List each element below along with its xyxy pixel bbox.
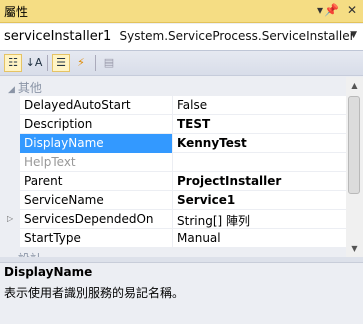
property-value[interactable]: False	[177, 98, 207, 112]
scrollbar-thumb[interactable]	[348, 96, 360, 194]
property-value[interactable]: Service1	[177, 193, 235, 207]
properties-icon: ☰	[56, 56, 66, 69]
properties-window-title-bar: 屬性 ▾ 📌 ✕	[0, 0, 363, 23]
expand-icon[interactable]: ▷	[7, 214, 13, 223]
properties-button[interactable]: ☰	[52, 54, 70, 72]
property-row-helptext[interactable]: HelpText	[0, 153, 346, 172]
property-row-delayedautostart[interactable]: DelayedAutoStart False	[0, 96, 346, 115]
alphabetical-button[interactable]: ↓A	[25, 54, 43, 72]
toolbar-separator	[47, 55, 48, 71]
object-type: System.ServiceProcess.ServiceInstaller	[119, 29, 355, 43]
pin-icon[interactable]: 📌	[324, 3, 339, 17]
object-name: serviceInstaller1	[4, 29, 112, 44]
property-value[interactable]: TEST	[177, 117, 210, 131]
description-text: 表示使用者識別服務的易記名稱。	[4, 286, 185, 300]
property-row-starttype[interactable]: StartType Manual	[0, 229, 346, 248]
property-row-description[interactable]: Description TEST	[0, 115, 346, 134]
property-row-displayname[interactable]: DisplayName KennyTest	[0, 134, 346, 153]
property-pages-button[interactable]: ▤	[100, 54, 118, 72]
window-title: 屬性	[4, 5, 29, 19]
object-selector[interactable]: serviceInstaller1 System.ServiceProcess.…	[0, 24, 363, 51]
close-icon[interactable]: ✕	[347, 3, 357, 17]
description-pane: DisplayName 表示使用者識別服務的易記名稱。	[0, 262, 363, 324]
property-name: HelpText	[24, 155, 76, 169]
property-value[interactable]: KennyTest	[177, 136, 247, 150]
property-name: StartType	[24, 231, 81, 245]
alphabetical-icon: ↓A	[25, 56, 43, 69]
categorized-button[interactable]: ☷	[4, 54, 22, 72]
description-title: DisplayName	[4, 265, 93, 279]
property-row-parent[interactable]: Parent ProjectInstaller	[0, 172, 346, 191]
vertical-scrollbar[interactable]: ▲ ▼	[346, 77, 363, 257]
property-name: ServicesDependedOn	[24, 212, 154, 226]
category-row[interactable]: ◢ 其他	[0, 77, 346, 96]
property-value[interactable]: String[] 陣列	[177, 212, 250, 229]
category-row[interactable]: ◢設計	[0, 248, 346, 257]
chevron-down-icon[interactable]: ▼	[350, 30, 357, 40]
dropdown-arrow-icon[interactable]: ▾	[317, 3, 323, 17]
properties-toolbar: ☷ ↓A ☰ ⚡ ▤	[0, 51, 363, 76]
scroll-up-icon[interactable]: ▲	[346, 77, 363, 94]
property-name: Parent	[24, 174, 63, 188]
property-value[interactable]: ProjectInstaller	[177, 174, 281, 188]
events-button[interactable]: ⚡	[72, 54, 90, 72]
categorized-icon: ☷	[8, 56, 18, 69]
scroll-down-icon[interactable]: ▼	[346, 240, 363, 257]
property-name: DisplayName	[24, 136, 104, 150]
property-name: ServiceName	[24, 193, 104, 207]
property-pages-icon: ▤	[103, 56, 115, 69]
events-icon: ⚡	[77, 56, 85, 69]
property-value[interactable]: Manual	[177, 231, 221, 245]
property-row-servicename[interactable]: ServiceName Service1	[0, 191, 346, 210]
collapse-icon[interactable]: ◢	[8, 85, 15, 95]
property-row-servicesdependedon[interactable]: ▷ ServicesDependedOn String[] 陣列	[0, 210, 346, 229]
toolbar-separator	[95, 55, 96, 71]
property-name: DelayedAutoStart	[24, 98, 131, 112]
category-label: 其他	[17, 81, 42, 95]
property-grid: ◢ 其他 DelayedAutoStart False Description T…	[0, 77, 346, 257]
property-name: Description	[24, 117, 93, 131]
